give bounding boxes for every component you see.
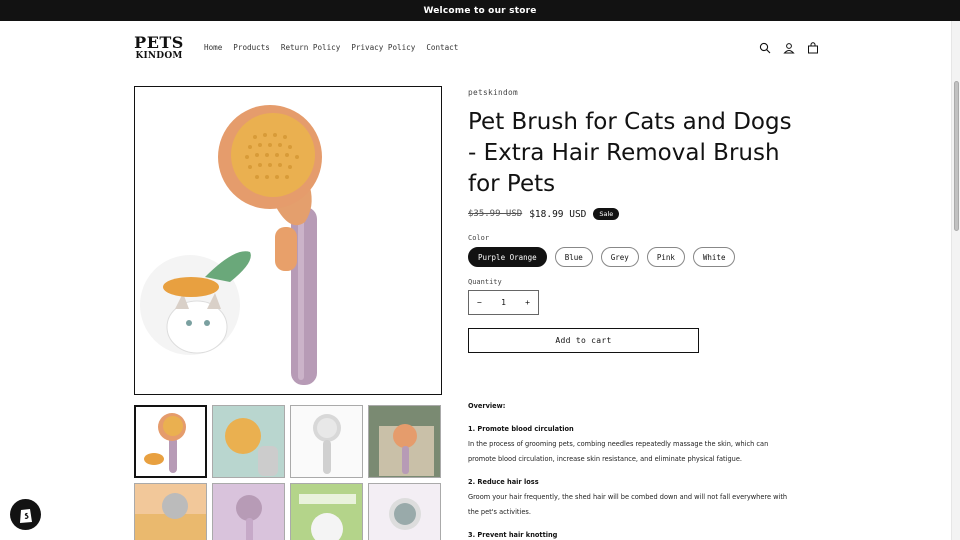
thumbnail-3[interactable] [290, 405, 363, 478]
header-icons [758, 41, 820, 55]
logo-line-2: KINDOM [135, 51, 183, 61]
nav-return-policy[interactable]: Return Policy [281, 43, 340, 52]
thumbnail-6[interactable] [212, 483, 285, 540]
color-option-purple-orange[interactable]: Purple Orange [468, 247, 547, 267]
thumbnail-7[interactable] [290, 483, 363, 540]
main-nav: Home Products Return Policy Privacy Poli… [204, 43, 458, 52]
cart-icon[interactable] [806, 41, 820, 55]
sale-badge: Sale [593, 208, 620, 220]
product-vendor[interactable]: petskindom [468, 88, 798, 97]
color-option-pink[interactable]: Pink [646, 247, 685, 267]
thumbnail-1[interactable] [134, 405, 207, 478]
desc-heading-1: 1. Promote blood circulation [468, 425, 574, 433]
product-description: Overview: 1. Promote blood circulation I… [468, 399, 798, 540]
page-scrollbar[interactable] [951, 21, 960, 540]
regular-price: $35.99 USD [468, 209, 523, 219]
product-title: Pet Brush for Cats and Dogs - Extra Hair… [468, 109, 792, 197]
color-options: Purple Orange Blue Grey Pink White [468, 247, 798, 267]
store-logo[interactable]: PETS KINDOM [134, 35, 184, 61]
desc-heading-2: 2. Reduce hair loss [468, 478, 539, 486]
search-icon[interactable] [758, 41, 772, 55]
logo-line-1: PETS [134, 33, 184, 52]
account-icon[interactable] [782, 41, 796, 55]
quantity-label: Quantity [468, 278, 502, 286]
desc-text-2: Groom your hair frequently, the shed hai… [468, 493, 788, 516]
product-main-image[interactable] [134, 86, 442, 395]
shopify-badge-icon[interactable] [10, 499, 41, 530]
nav-privacy-policy[interactable]: Privacy Policy [351, 43, 415, 52]
announcement-text: Welcome to our store [423, 5, 537, 16]
thumbnail-5[interactable] [134, 483, 207, 540]
color-label: Color [468, 234, 490, 242]
overview-heading: Overview: [468, 402, 506, 410]
color-option-white[interactable]: White [692, 247, 736, 267]
product-thumbnails [134, 405, 444, 540]
site-header: PETS KINDOM Home Products Return Policy … [0, 21, 951, 76]
announcement-bar: Welcome to our store [0, 0, 960, 21]
thumbnail-8[interactable] [368, 483, 441, 540]
price-row: $35.99 USD $18.99 USD Sale [468, 208, 798, 220]
desc-heading-3: 3. Prevent hair knotting [468, 531, 558, 539]
nav-products[interactable]: Products [233, 43, 270, 52]
quantity-increase-button[interactable]: + [525, 298, 530, 307]
quantity-input[interactable]: 1 [501, 298, 506, 307]
quantity-decrease-button[interactable]: − [477, 298, 482, 307]
color-option-grey[interactable]: Grey [600, 247, 639, 267]
add-to-cart-button[interactable]: Add to cart [468, 328, 699, 353]
color-option-blue[interactable]: Blue [554, 247, 593, 267]
sale-price: $18.99 USD [529, 208, 587, 220]
desc-text-1: In the process of grooming pets, combing… [468, 440, 769, 463]
nav-contact[interactable]: Contact [426, 43, 458, 52]
thumbnail-4[interactable] [368, 405, 441, 478]
product-info: petskindom Pet Brush for Cats and Dogs -… [468, 88, 798, 353]
thumbnail-2[interactable] [212, 405, 285, 478]
scrollbar-thumb[interactable] [954, 81, 959, 231]
quantity-stepper: − 1 + [468, 290, 539, 315]
nav-home[interactable]: Home [204, 43, 222, 52]
